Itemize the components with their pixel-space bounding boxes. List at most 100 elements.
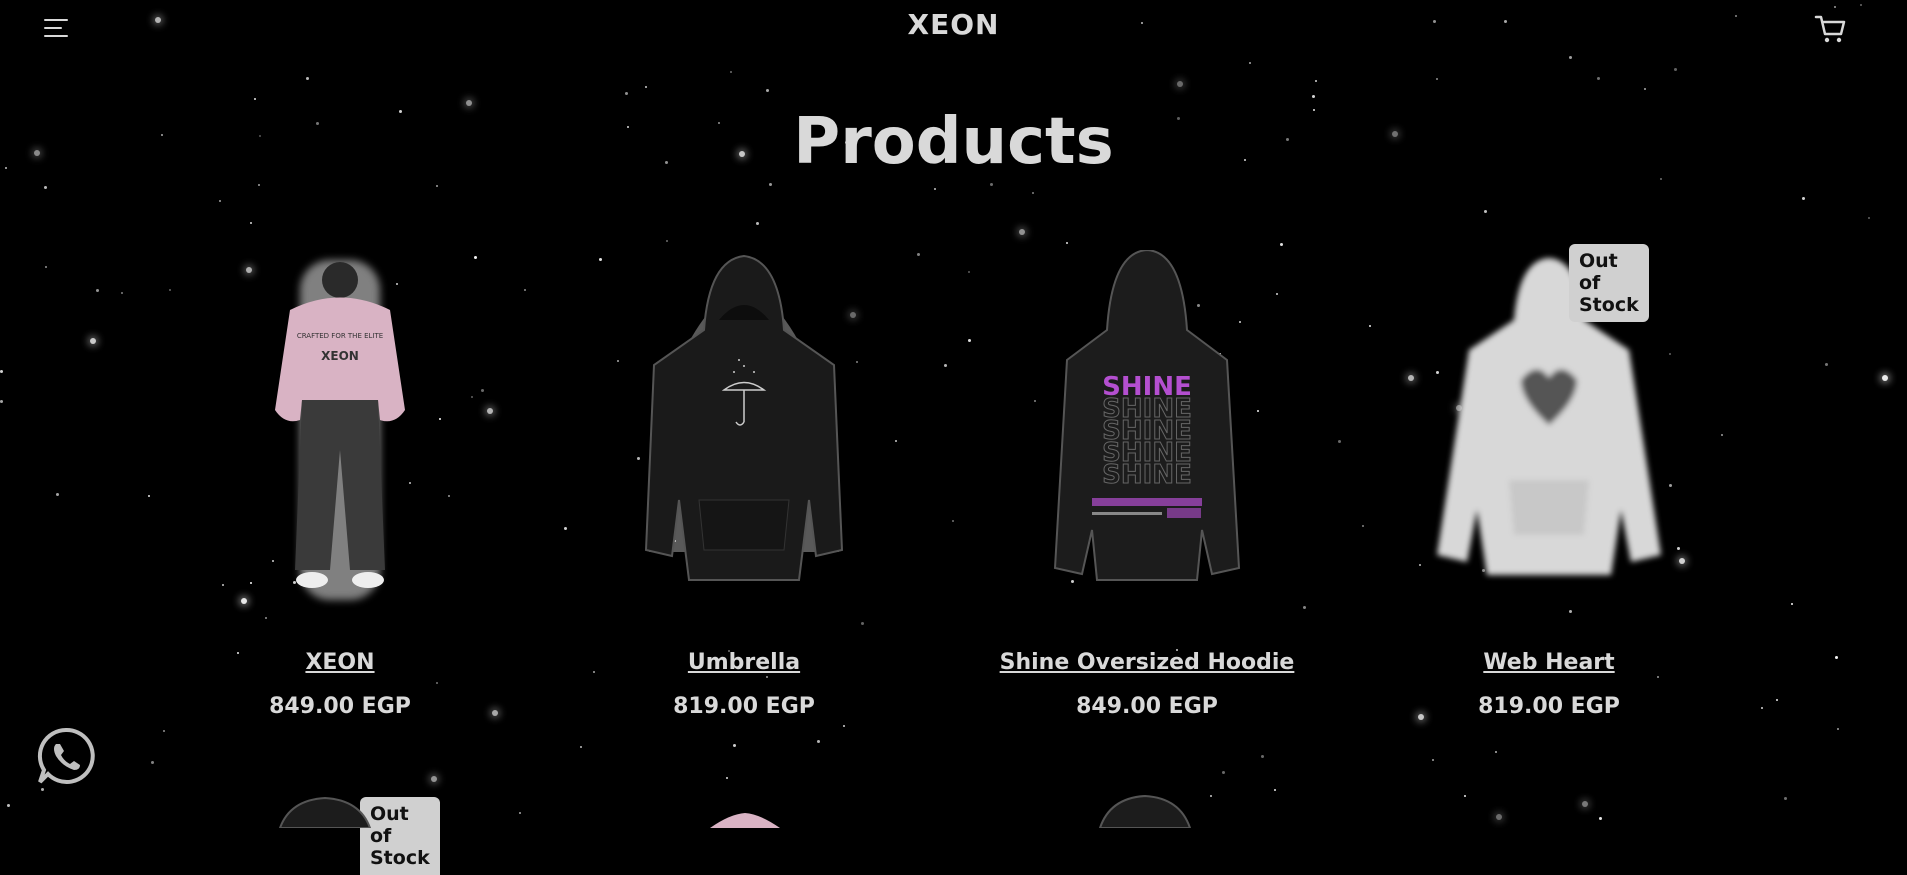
star <box>1825 363 1828 366</box>
star <box>1882 375 1888 381</box>
star <box>766 676 768 678</box>
star <box>917 253 920 256</box>
star <box>1495 751 1497 753</box>
star <box>1436 78 1438 80</box>
star <box>524 289 526 291</box>
star <box>1791 603 1793 605</box>
star <box>944 364 947 367</box>
star <box>730 71 732 73</box>
star <box>564 527 567 530</box>
star <box>1868 217 1870 219</box>
svg-text:XEON: XEON <box>321 349 359 363</box>
star <box>666 240 668 242</box>
site-header: XEON <box>0 0 1907 56</box>
star <box>1280 243 1283 246</box>
out-of-stock-badge: Out of Stock <box>1569 244 1649 322</box>
svg-text:SHINE: SHINE <box>1102 460 1192 490</box>
site-logo[interactable]: XEON <box>0 8 1907 41</box>
star <box>1338 440 1341 443</box>
star <box>1761 707 1763 709</box>
star <box>306 77 309 80</box>
product-name[interactable]: Web Heart <box>1399 650 1699 675</box>
star <box>90 338 96 344</box>
star <box>1312 95 1315 98</box>
star <box>7 804 10 807</box>
star <box>645 86 647 88</box>
star <box>0 370 3 373</box>
star <box>45 266 47 268</box>
star <box>1274 789 1276 791</box>
star <box>817 740 820 743</box>
whatsapp-button[interactable] <box>34 724 98 788</box>
star <box>1432 759 1434 761</box>
svg-text:CRAFTED FOR THE ELITE: CRAFTED FOR THE ELITE <box>297 332 383 340</box>
star <box>436 185 438 187</box>
star <box>861 622 864 625</box>
product-image[interactable] <box>700 812 790 828</box>
star <box>580 746 582 748</box>
product-name[interactable]: Umbrella <box>594 650 894 675</box>
star <box>1032 192 1034 194</box>
star <box>1362 525 1364 527</box>
product-image[interactable] <box>1399 250 1699 610</box>
star <box>1369 325 1371 327</box>
star <box>1784 797 1787 800</box>
star <box>1496 814 1502 820</box>
star <box>258 184 260 186</box>
star <box>41 788 44 791</box>
product-image[interactable]: CRAFTED FOR THE ELITE XEON <box>190 250 490 610</box>
star <box>895 440 897 442</box>
star <box>1657 676 1659 678</box>
cart-icon <box>1814 15 1846 43</box>
star <box>121 292 123 294</box>
page-title: Products <box>793 105 1114 179</box>
star <box>1210 795 1212 797</box>
star <box>1249 62 1251 64</box>
star <box>1776 699 1778 701</box>
star <box>1315 80 1317 82</box>
star <box>990 183 993 186</box>
product-price: 819.00 EGP <box>1478 694 1620 719</box>
star <box>254 98 256 100</box>
star <box>1261 755 1264 758</box>
star <box>968 339 971 342</box>
star <box>56 493 59 496</box>
star <box>1222 771 1225 774</box>
star <box>1303 606 1306 609</box>
star <box>968 271 970 273</box>
star <box>1066 242 1068 244</box>
star <box>769 183 772 186</box>
star <box>151 761 154 764</box>
cart-button[interactable] <box>1814 12 1848 46</box>
product-image[interactable] <box>270 790 380 828</box>
product-image[interactable] <box>1090 790 1200 828</box>
star <box>431 776 437 782</box>
star <box>1569 56 1572 59</box>
product-price: 849.00 EGP <box>1076 694 1218 719</box>
star <box>436 682 438 684</box>
star <box>250 222 252 224</box>
star <box>756 222 759 225</box>
star <box>265 617 267 619</box>
star <box>1019 229 1025 235</box>
star <box>96 289 99 292</box>
star <box>733 744 736 747</box>
product-image[interactable] <box>594 250 894 610</box>
star <box>1484 210 1487 213</box>
star <box>843 725 845 727</box>
star <box>1835 656 1838 659</box>
star <box>1582 801 1588 807</box>
star <box>1569 610 1572 613</box>
product-price: 819.00 EGP <box>673 694 815 719</box>
product-image[interactable]: SHINE SHINE SHINE SHINE SHINE <box>997 250 1297 610</box>
star <box>1837 728 1839 730</box>
star <box>1721 434 1723 436</box>
product-name[interactable]: XEON <box>190 650 490 675</box>
product-name[interactable]: Shine Oversized Hoodie <box>997 650 1297 675</box>
star <box>726 777 728 779</box>
star <box>952 520 954 522</box>
star <box>766 89 769 92</box>
star <box>1802 197 1805 200</box>
star <box>1597 77 1600 80</box>
whatsapp-icon <box>37 727 95 784</box>
